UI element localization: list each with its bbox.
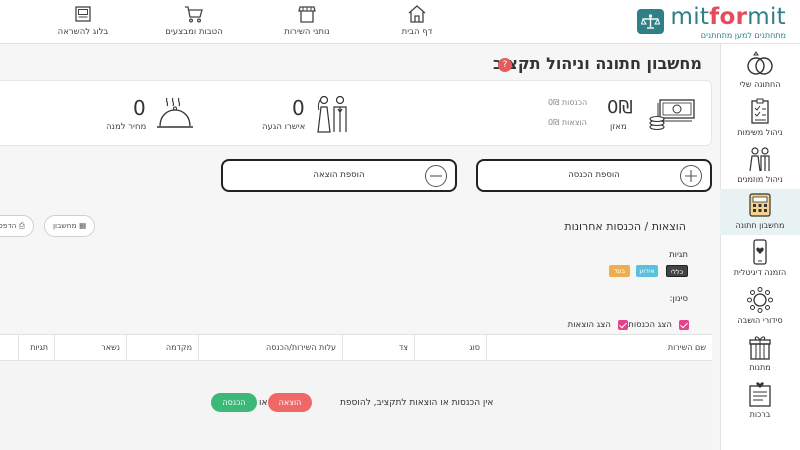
checklist-icon	[751, 98, 769, 124]
sidebar-item-label: הזמנה דיגיטלית	[733, 268, 787, 277]
calculator-button[interactable]: ▦ מחשבון	[44, 215, 96, 237]
help-badge[interactable]: ?	[498, 58, 512, 72]
storefront-icon	[298, 6, 316, 23]
balance-label: מאזן	[610, 122, 627, 132]
sidebar-item-label: ניהול מוזמנים	[737, 175, 783, 184]
nav-services[interactable]: נותני השירות	[257, 4, 357, 42]
column-header[interactable]: צד	[342, 335, 414, 361]
sidebar-item-digital-invite[interactable]: הזמנה דיגיטלית	[720, 236, 800, 282]
sidebar-item-label: סידורי הושבה	[737, 316, 783, 325]
nav-blog[interactable]: בלוג להשראה	[33, 4, 133, 42]
printer-icon: ⎙	[18, 221, 25, 230]
or-text: או	[259, 398, 268, 408]
digital-invite-icon	[753, 239, 767, 265]
logo-mark-icon	[637, 9, 664, 34]
filter-expense-checkbox[interactable]: הצג הוצאות	[567, 314, 628, 330]
add-expense-pill-button[interactable]: הוצאה	[268, 393, 312, 412]
add-income-button[interactable]: הוספת הכנסה	[476, 159, 712, 192]
sidebar-item-label: מחשבון חתונה	[735, 221, 785, 230]
balance-amount: 0₪	[607, 97, 633, 118]
income-total: הכנסות 0₪	[548, 98, 588, 107]
rsvp-count: 0	[292, 96, 305, 120]
per-plate-value: 0	[133, 96, 146, 120]
calculator-icon	[749, 193, 771, 217]
nav-blog-label: בלוג להשראה	[57, 27, 109, 37]
tag-chip-general[interactable]: כללי	[666, 265, 688, 277]
nav-home-label: דף הבית	[401, 27, 433, 37]
rsvp-label: אישרו הגעה	[262, 122, 306, 132]
print-button[interactable]: ⎙ הדפסה	[0, 215, 34, 237]
nav-home[interactable]: דף הבית	[367, 4, 467, 42]
calculator-small-icon: ▦	[79, 221, 87, 230]
per-plate-label: מחיר למנה	[106, 122, 147, 132]
tag-chip-event[interactable]: אירוע	[636, 265, 658, 277]
sidebar-item-tasks[interactable]: ניהול משימות	[720, 96, 800, 142]
column-header[interactable]: סוג	[414, 335, 486, 361]
sidebar-item-my-wedding[interactable]: החתונה שלי	[720, 48, 800, 94]
cart-icon	[185, 6, 203, 23]
nav-deals-label: הטבות ומבצעים	[165, 27, 223, 37]
guests-icon	[749, 147, 770, 172]
checkbox-checked[interactable]	[618, 319, 628, 330]
rings-icon	[747, 51, 773, 75]
table-header: שם השירות סוג צד עלות השירות/הכנסה מקדמה…	[0, 335, 712, 361]
sidebar-item-guests[interactable]: ניהול מוזמנים	[720, 143, 800, 189]
gift-icon	[749, 336, 771, 360]
tags-heading: תגיות	[669, 250, 688, 260]
print-button-label: הדפסה	[0, 221, 17, 230]
nav-services-label: נותני השירות	[284, 27, 330, 37]
blog-icon	[75, 6, 91, 22]
column-header[interactable]: מקדמה	[126, 335, 198, 361]
nav-deals[interactable]: הטבות ומבצעים	[144, 4, 244, 42]
filter-income-label: הצג הכנסות	[628, 319, 672, 330]
sidebar-item-seating[interactable]: סידורי הושבה	[720, 284, 800, 330]
budget-table: שם השירות סוג צד עלות השירות/הכנסה מקדמה…	[0, 334, 712, 450]
seating-icon	[747, 287, 773, 313]
sidebar-item-gifts[interactable]: מתנות	[720, 331, 800, 377]
sidebar-item-greetings[interactable]: ברכות	[720, 378, 800, 424]
sidebar-item-calculator[interactable]: מחשבון חתונה	[720, 189, 800, 235]
add-income-pill-button[interactable]: הכנסה	[211, 393, 257, 412]
greetings-icon	[749, 382, 771, 407]
column-header[interactable]: עלות השירות/הכנסה	[198, 335, 342, 361]
column-header[interactable]: שם השירות	[486, 335, 712, 361]
logo-wordmark: mitformit	[670, 4, 786, 30]
sidebar-item-label: מתנות	[749, 363, 771, 372]
add-expense-label: הוספת הוצאה	[313, 170, 365, 180]
money-stack-icon	[649, 99, 695, 131]
calculator-button-label: מחשבון	[53, 221, 77, 230]
tag-chip-side[interactable]: בעד	[609, 265, 630, 277]
home-icon	[408, 5, 426, 23]
summary-card	[0, 80, 712, 146]
column-header[interactable]: תגיות	[18, 335, 54, 361]
sidebar-item-label: ניהול משימות	[737, 128, 783, 137]
top-header: mitformit מתחתנים למען מתחתנים דף הבית נ…	[0, 0, 800, 44]
couple-icon	[317, 95, 347, 133]
serving-dish-icon	[157, 97, 193, 128]
sidebar: החתונה שלי ניהול משימות ניהול מוזמנים מח…	[720, 44, 800, 450]
filter-expense-label: הצג הוצאות	[567, 319, 611, 330]
filter-income-checkbox[interactable]: הצג הכנסות	[628, 314, 689, 330]
empty-table-message: אין הכנסות או הוצאות לתקציב, להוספת	[340, 398, 494, 408]
sidebar-item-label: החתונה שלי	[739, 80, 781, 89]
sidebar-item-label: ברכות	[749, 410, 771, 419]
logo-tagline: מתחתנים למען מתחתנים	[700, 31, 786, 40]
checkbox-checked[interactable]	[679, 319, 689, 330]
page-title: מחשבון חתונה וניהול תקציב	[492, 54, 702, 73]
filter-heading: סינון:	[669, 294, 688, 304]
logo[interactable]: mitformit מתחתנים למען מתחתנים	[637, 4, 788, 41]
add-income-label: הוספת הכנסה	[568, 170, 620, 180]
add-expense-button[interactable]: הוספת הוצאה	[221, 159, 457, 192]
column-header[interactable]: נשאר	[54, 335, 126, 361]
expense-total: הוצאות 0₪	[548, 118, 587, 127]
recent-section-title: הוצאות / הכנסות אחרונות	[564, 220, 686, 233]
